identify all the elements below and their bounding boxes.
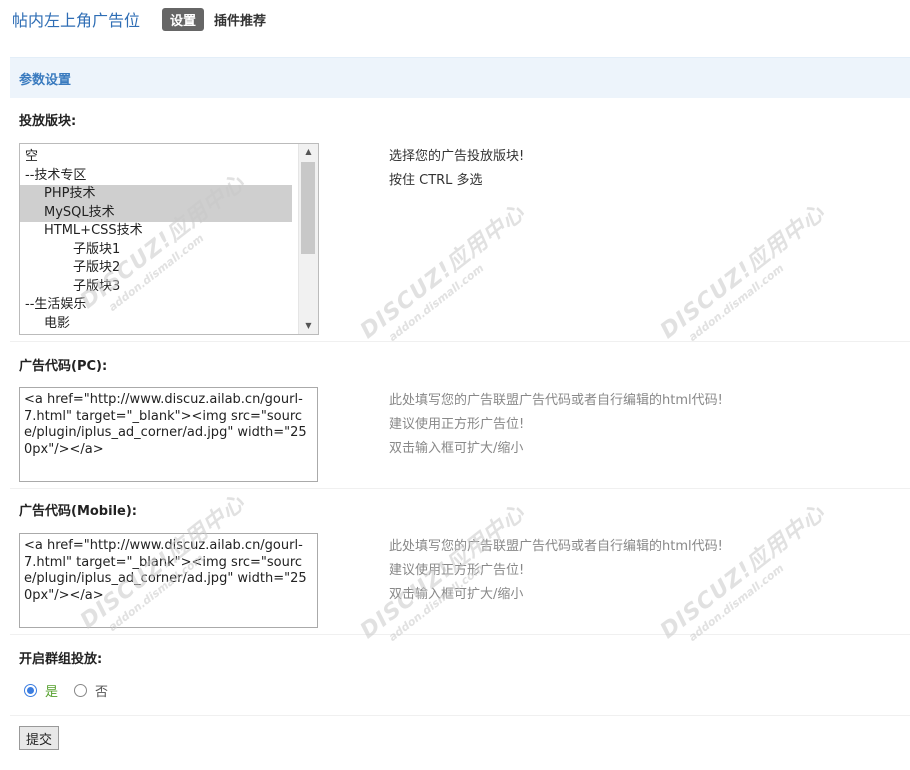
pc-code-help: 此处填写您的广告联盟广告代码或者自行编辑的html代码! 建议使用正方形广告位!… bbox=[389, 389, 723, 461]
forums-help: 选择您的广告投放版块! 按住 CTRL 多选 bbox=[389, 145, 524, 193]
watermark-url: addon.dismall.com bbox=[686, 261, 787, 344]
watermark-brand: DISCUZ!应用中心 bbox=[355, 200, 531, 344]
mobile-code-textarea[interactable]: <a href="http://www.discuz.ailab.cn/gour… bbox=[19, 533, 318, 628]
mobile-help-line-3: 双击输入框可扩大/缩小 bbox=[389, 587, 524, 602]
forum-option[interactable]: --技术专区 bbox=[20, 167, 292, 186]
top-bar: 帖内左上角广告位 设置 插件推荐 bbox=[12, 6, 266, 32]
group-no-radio[interactable] bbox=[74, 684, 88, 697]
mobile-help-line-2: 建议使用正方形广告位! bbox=[389, 563, 525, 578]
forum-option[interactable]: MySQL技术 bbox=[20, 203, 292, 222]
submit-button[interactable]: 提交 bbox=[19, 726, 60, 750]
pc-code-label: 广告代码(PC): bbox=[19, 359, 108, 374]
forums-scrollbar[interactable]: ▲ ▼ bbox=[298, 144, 318, 334]
forum-option[interactable]: PHP技术 bbox=[20, 185, 292, 204]
forum-option[interactable]: HTML+CSS技术 bbox=[20, 222, 292, 241]
pc-help-line-2: 建议使用正方形广告位! bbox=[389, 417, 525, 432]
row-divider bbox=[10, 715, 910, 716]
pc-code-textarea[interactable]: <a href="http://www.discuz.ailab.cn/gour… bbox=[19, 387, 318, 482]
scroll-up-icon[interactable]: ▲ bbox=[299, 144, 318, 160]
tab-settings[interactable]: 设置 bbox=[162, 7, 205, 31]
forums-help-line-1: 选择您的广告投放版块! bbox=[389, 149, 525, 164]
group-no-label[interactable]: 否 bbox=[95, 681, 108, 700]
forums-label: 投放版块: bbox=[19, 114, 77, 129]
plugin-title: 帖内左上角广告位 bbox=[12, 11, 141, 30]
row-divider bbox=[10, 341, 910, 342]
forums-multiselect[interactable]: 空 --技术专区 PHP技术 MySQL技术 HTML+CSS技术 子版块1 子版块2 子版块… bbox=[19, 143, 319, 335]
pc-help-line-1: 此处填写您的广告联盟广告代码或者自行编辑的html代码! bbox=[389, 393, 723, 408]
forum-option[interactable]: --生活娱乐 bbox=[20, 296, 292, 315]
mobile-code-label: 广告代码(Mobile): bbox=[19, 504, 137, 519]
group-radio-group: 是 否 bbox=[24, 681, 108, 700]
watermark-logo: DISCUZ!应用中心 addon.dismall.com bbox=[652, 196, 838, 355]
row-divider bbox=[10, 488, 910, 489]
group-label: 开启群组投放: bbox=[19, 652, 103, 667]
section-title: 参数设置 bbox=[19, 73, 72, 88]
watermark-brand: DISCUZ!应用中心 bbox=[655, 200, 831, 344]
section-header: 参数设置 bbox=[10, 57, 910, 98]
mobile-code-help: 此处填写您的广告联盟广告代码或者自行编辑的html代码! 建议使用正方形广告位!… bbox=[389, 535, 723, 607]
forum-option[interactable]: 子版块1 bbox=[20, 241, 292, 260]
forum-option[interactable]: 子版块3 bbox=[20, 278, 292, 297]
tab-plugin-recommend[interactable]: 插件推荐 bbox=[214, 10, 266, 29]
forum-option[interactable]: 空 bbox=[20, 148, 292, 167]
scroll-down-icon[interactable]: ▼ bbox=[299, 318, 318, 334]
forum-option[interactable]: 子版块2 bbox=[20, 259, 292, 278]
row-divider bbox=[10, 634, 910, 635]
watermark-logo: DISCUZ!应用中心 addon.dismall.com bbox=[352, 196, 538, 355]
scroll-thumb[interactable] bbox=[301, 162, 315, 254]
watermark-url: addon.dismall.com bbox=[386, 261, 487, 344]
group-yes-radio[interactable] bbox=[24, 684, 37, 697]
forums-help-line-2: 按住 CTRL 多选 bbox=[389, 173, 483, 188]
pc-help-line-3: 双击输入框可扩大/缩小 bbox=[389, 441, 524, 456]
forums-options: 空 --技术专区 PHP技术 MySQL技术 HTML+CSS技术 子版块1 子版块2 子版块… bbox=[20, 148, 292, 333]
group-yes-label[interactable]: 是 bbox=[45, 681, 58, 700]
forum-option[interactable]: 电影 bbox=[20, 315, 292, 334]
mobile-help-line-1: 此处填写您的广告联盟广告代码或者自行编辑的html代码! bbox=[389, 539, 723, 554]
